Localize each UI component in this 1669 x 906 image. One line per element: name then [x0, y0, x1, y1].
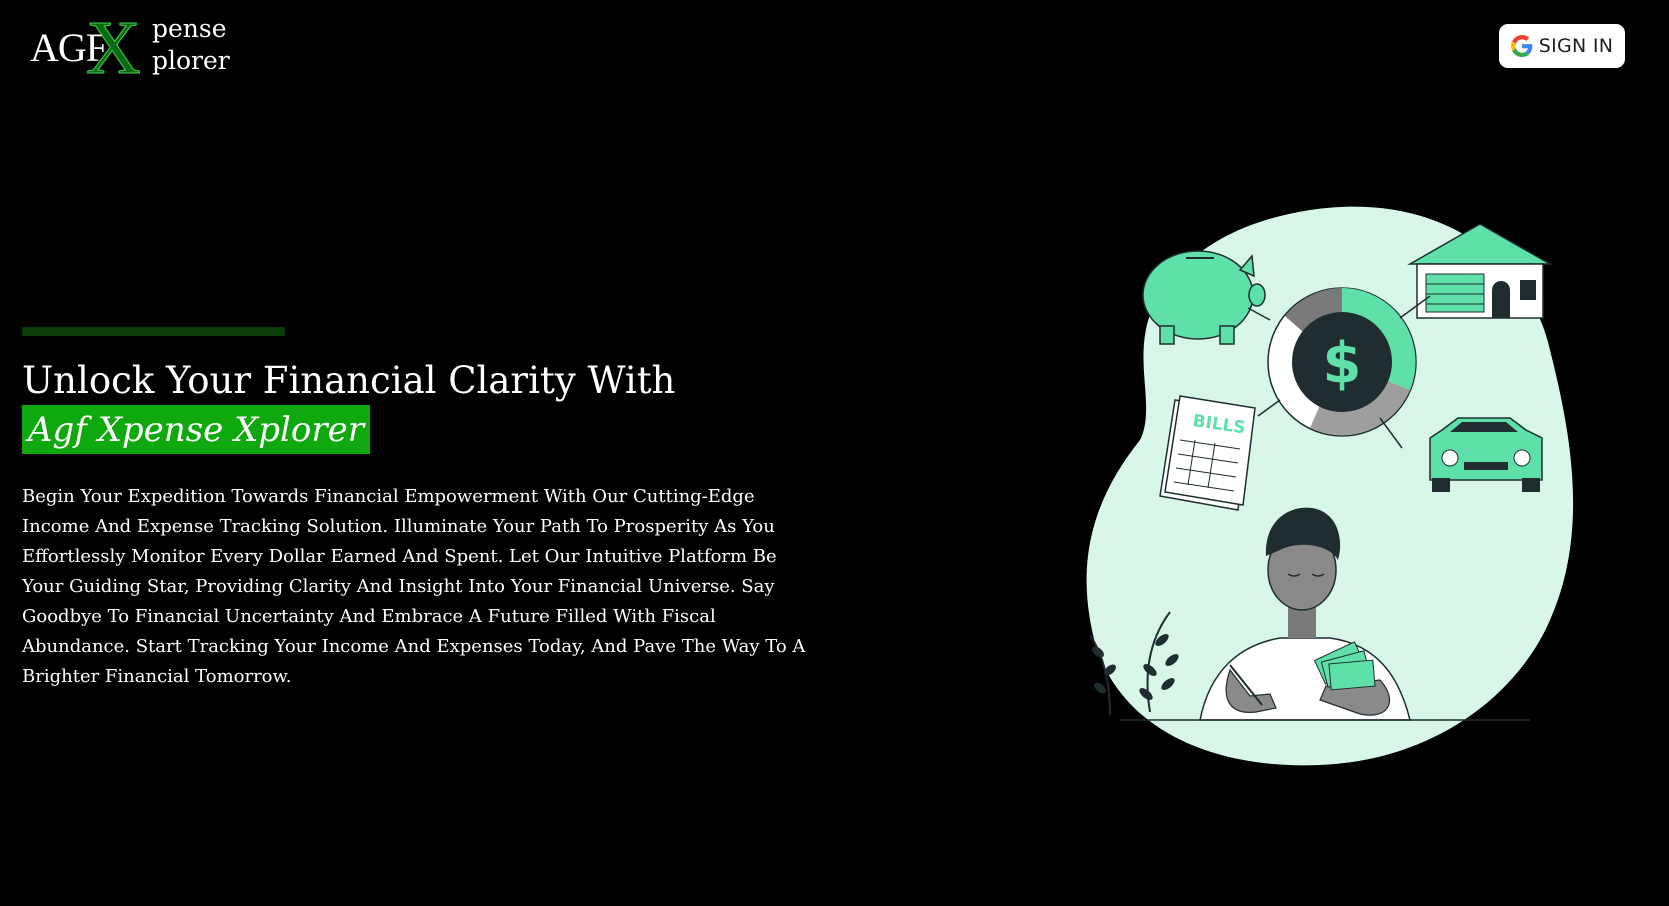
hero-description: Begin Your Expedition Towards Financial … — [22, 486, 806, 687]
app-logo[interactable]: AGF X pense plorer — [30, 10, 230, 87]
logo-x-letter: X — [86, 6, 142, 90]
finance-illustration: $ BILLS — [1080, 200, 1600, 780]
sign-in-label: SIGN IN — [1538, 35, 1614, 57]
brand-name: Agf Xpense Xplorer — [28, 409, 365, 450]
google-icon — [1510, 35, 1533, 57]
logo-word-top: pense — [152, 14, 227, 43]
dollar-symbol: $ — [1323, 331, 1362, 396]
accent-bar — [22, 327, 285, 336]
logo-word-bottom: plorer — [152, 46, 230, 75]
illustration-svg: $ BILLS — [1086, 206, 1574, 766]
hero-headline: Unlock Your Financial Clarity With — [22, 359, 676, 402]
bills-icon: BILLS — [1159, 395, 1256, 511]
google-sign-in-button[interactable]: SIGN IN — [1499, 24, 1625, 68]
brand-highlight: Agf Xpense Xplorer — [22, 405, 371, 454]
